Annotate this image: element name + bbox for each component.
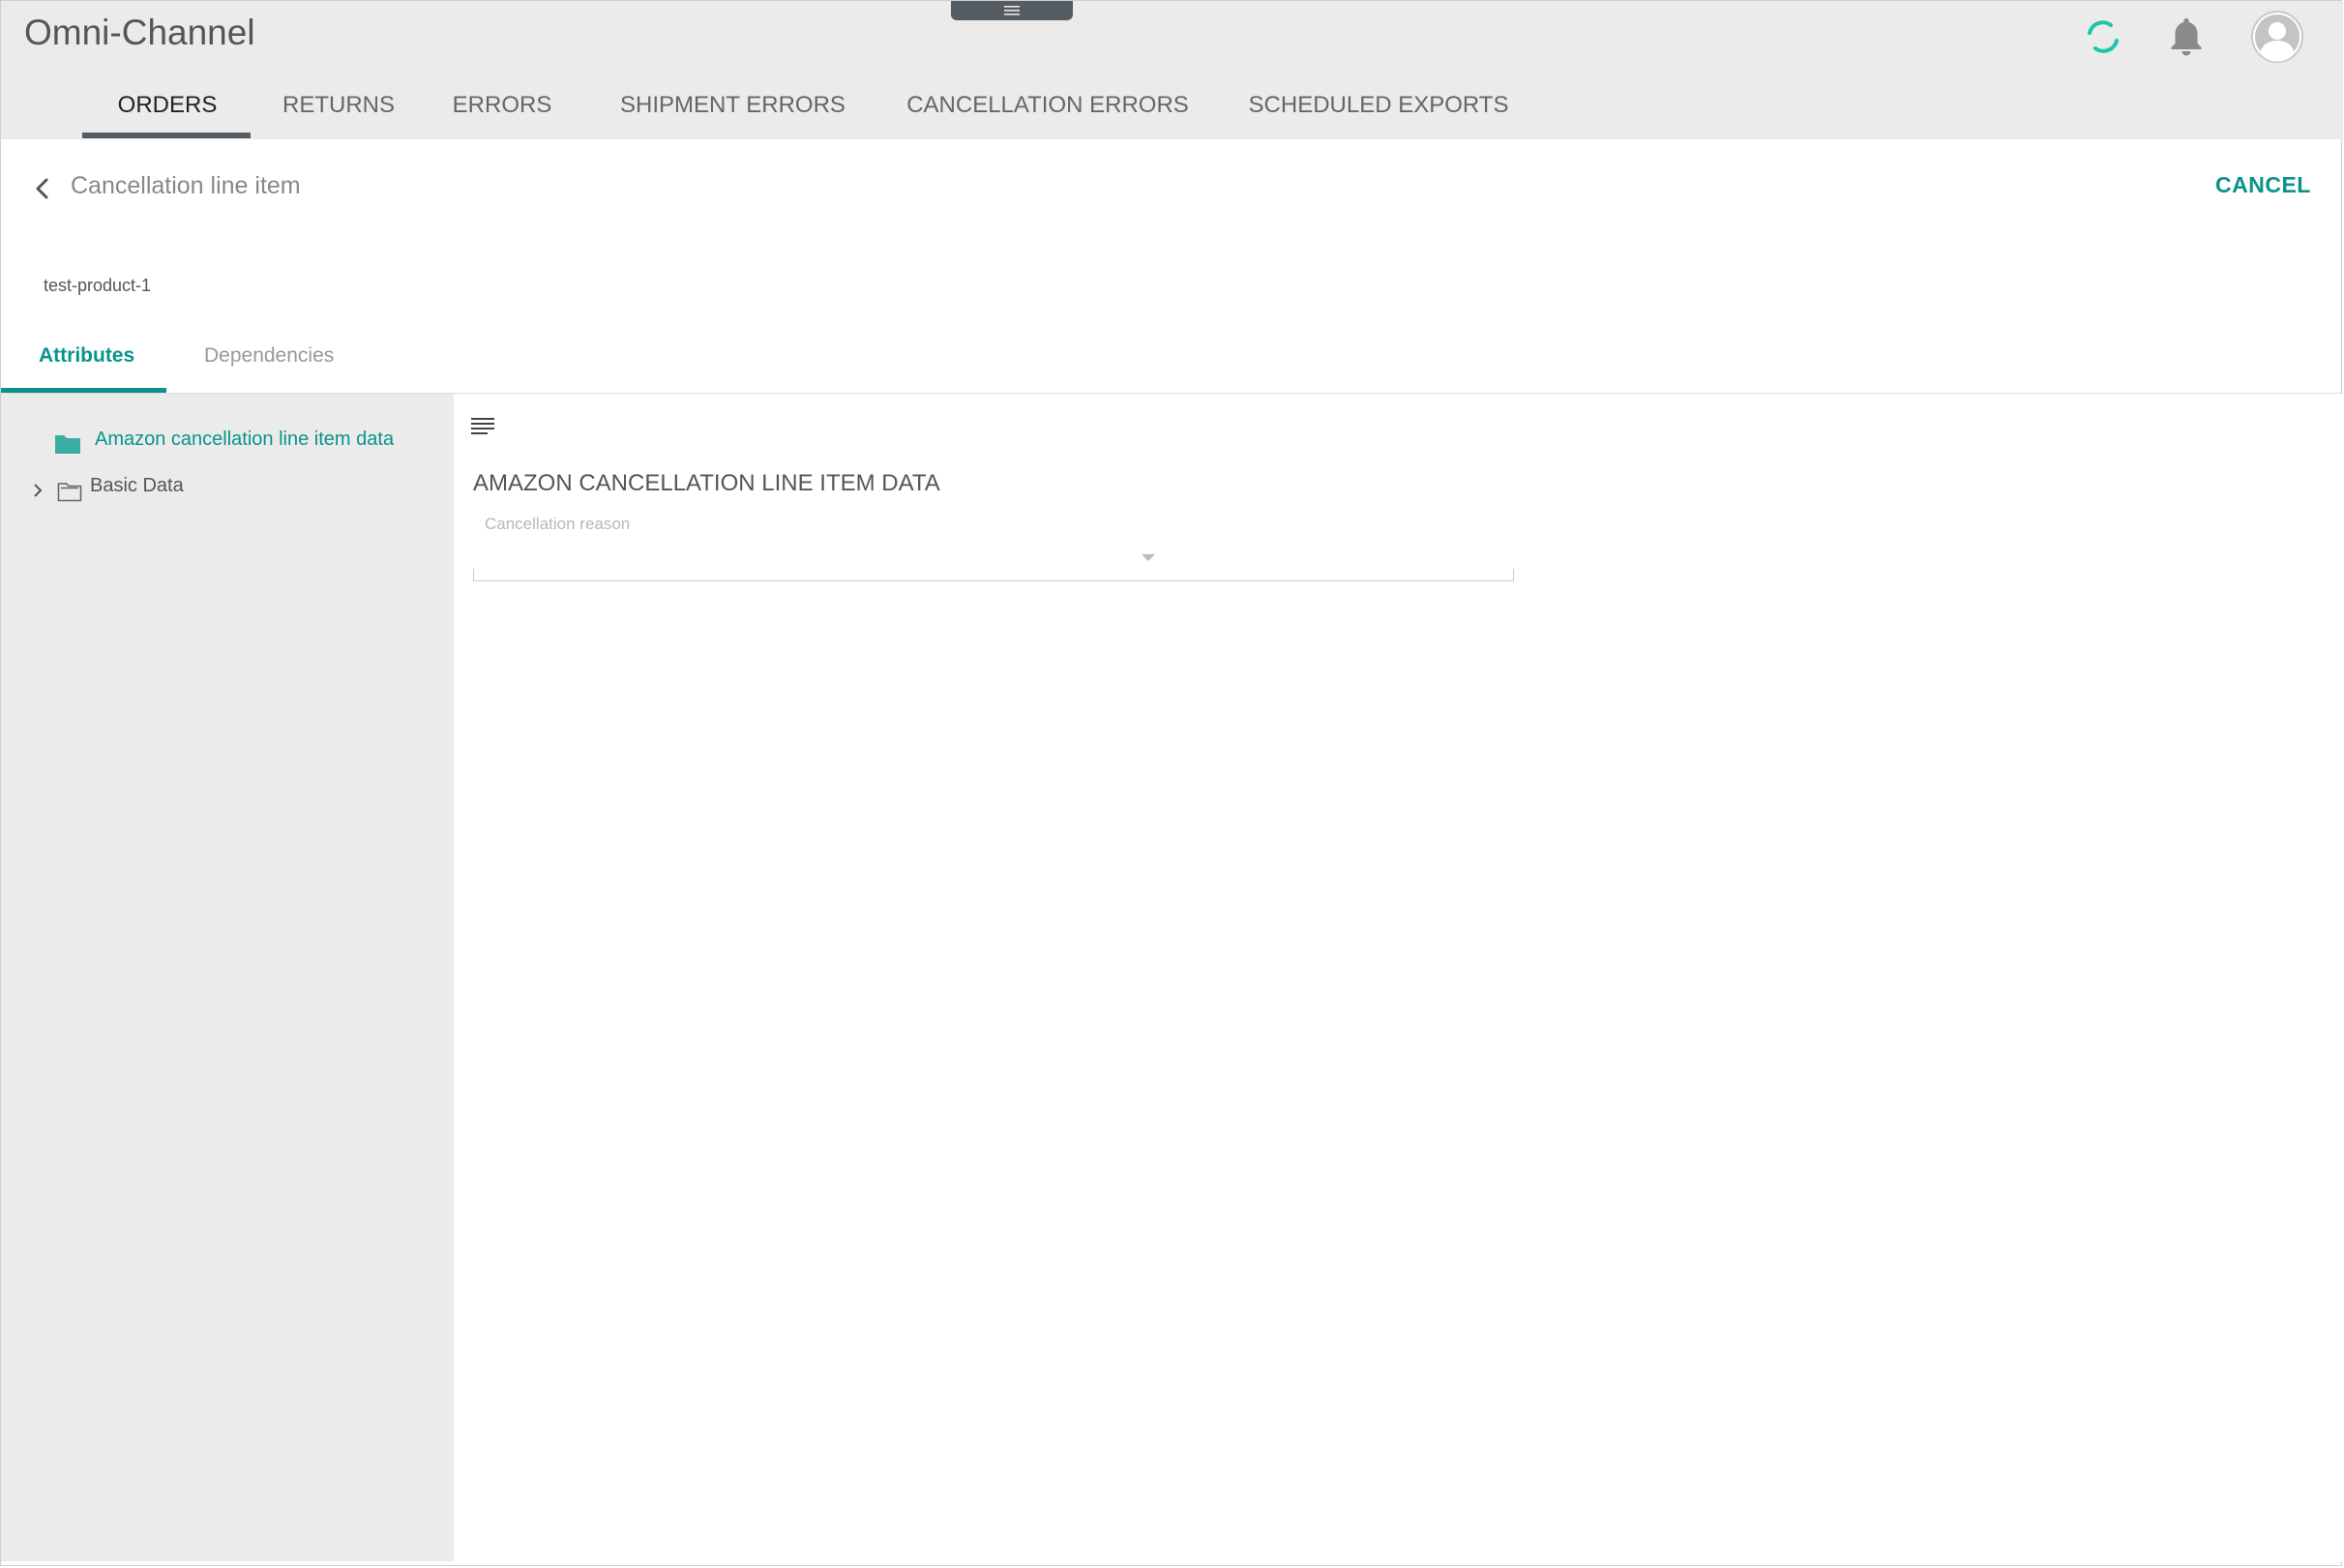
cancellation-reason-select[interactable] (473, 537, 1514, 581)
folder-outline-icon (57, 483, 82, 502)
tree-item-basic-data[interactable]: Basic Data (1, 469, 454, 504)
section-title: AMAZON CANCELLATION LINE ITEM DATA (473, 470, 940, 496)
product-identifier: test-product-1 (44, 276, 152, 295)
tree-item-label: Amazon cancellation line item data (95, 429, 395, 450)
menu-handle[interactable] (951, 1, 1073, 20)
tab-errors[interactable]: ERRORS (444, 86, 560, 136)
tree-item-amazon-cancellation-data[interactable]: Amazon cancellation line item data (1, 423, 454, 458)
user-icon (2253, 13, 2301, 62)
back-arrow-icon[interactable] (31, 174, 54, 203)
tab-dependencies[interactable]: Dependencies (204, 344, 334, 368)
app-title: Omni-Channel (24, 13, 255, 52)
cancellation-reason-label: Cancellation reason (485, 515, 631, 533)
attribute-tree: Amazon cancellation line item data Basic… (1, 394, 454, 1561)
tab-orders[interactable]: ORDERS (82, 86, 252, 136)
notification-bell-icon[interactable] (2166, 15, 2207, 59)
tab-returns[interactable]: RETURNS (276, 86, 401, 136)
tab-shipment-errors[interactable]: SHIPMENT ERRORS (620, 86, 846, 136)
loading-spinner-icon (2088, 20, 2119, 53)
chevron-right-icon[interactable] (32, 483, 44, 498)
active-tab-indicator (82, 133, 251, 138)
select-edge-right (1513, 569, 1514, 580)
chevron-down-icon[interactable] (1141, 553, 1156, 563)
tab-attributes[interactable]: Attributes (39, 344, 134, 368)
attribute-form-panel: AMAZON CANCELLATION LINE ITEM DATA Cance… (454, 394, 2342, 1561)
hamburger-icon (1004, 6, 1020, 15)
select-edge-left (473, 569, 474, 580)
tree-item-label: Basic Data (90, 475, 184, 496)
page-title: Cancellation line item (71, 172, 301, 199)
tab-cancellation-errors[interactable]: CANCELLATION ERRORS (903, 86, 1193, 136)
app-header: Omni-Channel ORDERS RETURNS ERRORS SHIPM… (1, 1, 2343, 139)
tab-scheduled-exports[interactable]: SCHEDULED EXPORTS (1243, 86, 1514, 136)
folder-icon (55, 435, 80, 454)
cancel-button[interactable]: CANCEL (2215, 172, 2311, 198)
user-avatar[interactable] (2251, 11, 2303, 63)
list-menu-icon[interactable] (469, 413, 496, 440)
